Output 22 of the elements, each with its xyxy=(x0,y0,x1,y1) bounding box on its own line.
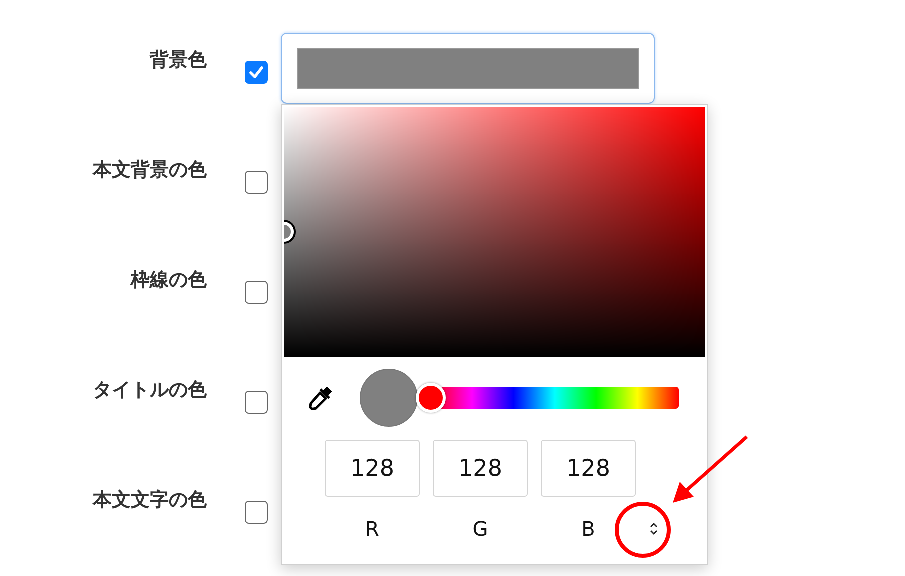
value-field[interactable]: 128 xyxy=(541,440,636,497)
field-label: 本文文字の色 xyxy=(92,488,207,512)
checkbox[interactable] xyxy=(245,171,268,194)
checkbox[interactable] xyxy=(245,501,268,524)
field-label: 背景色 xyxy=(148,48,207,72)
highlight-circle xyxy=(615,502,671,558)
checkbox[interactable] xyxy=(245,391,268,414)
value-field[interactable]: 128 xyxy=(325,440,420,497)
channel-label: B xyxy=(582,517,596,541)
hue-slider[interactable] xyxy=(417,383,679,413)
up-down-chevron-icon[interactable] xyxy=(648,521,658,537)
checkbox[interactable] xyxy=(245,61,268,84)
checkbox[interactable] xyxy=(245,281,268,304)
value-field[interactable]: 128 xyxy=(433,440,528,497)
field-label: 枠線の色 xyxy=(130,268,207,292)
channel-label: R xyxy=(366,517,380,541)
color-area[interactable] xyxy=(284,107,705,357)
color-input[interactable] xyxy=(281,33,655,104)
field-label: タイトルの色 xyxy=(92,378,207,402)
check-icon xyxy=(249,66,264,79)
field-label: 本文背景の色 xyxy=(92,158,207,182)
channel-label: G xyxy=(472,517,488,541)
